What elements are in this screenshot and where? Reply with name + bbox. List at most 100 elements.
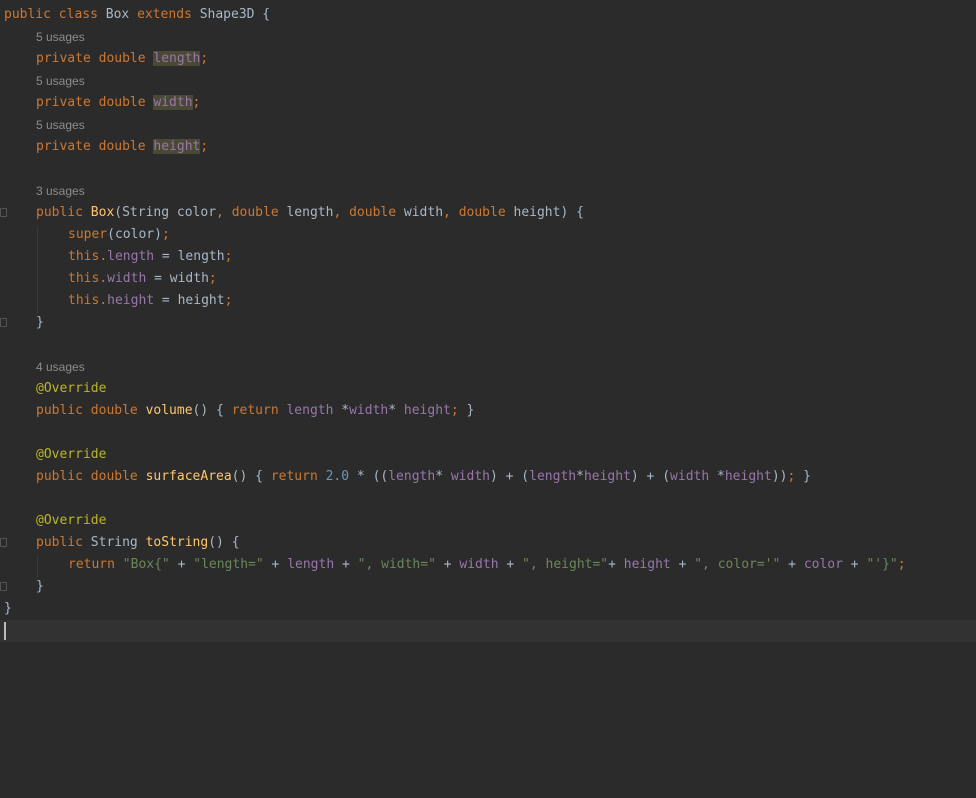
usages-hint[interactable]: 5 usages	[36, 70, 85, 92]
keyword: private double	[36, 139, 154, 154]
string-literal: "'}"	[866, 557, 898, 572]
field-name: length	[287, 557, 335, 572]
comma: ,	[443, 205, 459, 220]
operator: +	[670, 557, 695, 572]
operator: +	[334, 557, 358, 572]
method-open: () {	[231, 469, 271, 484]
code-line-annotation[interactable]: @Override	[0, 378, 976, 400]
keyword: private double	[36, 51, 154, 66]
annotation: @Override	[36, 513, 107, 528]
string-literal: "Box{"	[122, 557, 170, 572]
field-name: height	[724, 469, 772, 484]
keyword: public	[36, 535, 91, 550]
semicolon: ;	[224, 293, 233, 308]
operator: ) + (	[630, 469, 671, 484]
keyword: this	[68, 271, 100, 286]
number-literal: 2.0	[325, 469, 350, 484]
code-line-volume-method[interactable]: public double volume() { return length *…	[0, 400, 976, 422]
code-line-surface-area-method[interactable]: public double surfaceArea() { return 2.0…	[0, 466, 976, 488]
field-name: width	[670, 469, 710, 484]
keyword: this	[68, 249, 100, 264]
field-name: length	[388, 469, 436, 484]
parent-class: Shape3D {	[199, 7, 271, 22]
closing-brace: }	[458, 403, 475, 418]
string-literal: ", height="	[522, 557, 609, 572]
code-line-class-close[interactable]: }	[0, 598, 976, 620]
field-name: width	[107, 271, 147, 286]
semicolon: ;	[224, 249, 233, 264]
keyword: private double	[36, 95, 154, 110]
keyword: return	[270, 469, 326, 484]
code-line-method-close[interactable]: }	[0, 576, 976, 598]
code-line-assign-width[interactable]: this.width = width;	[0, 268, 976, 290]
closing-brace: }	[4, 601, 12, 616]
operator: *	[435, 469, 451, 484]
code-line-assign-length[interactable]: this.length = length;	[0, 246, 976, 268]
dot: .	[99, 271, 108, 286]
param: height) {	[513, 205, 584, 220]
comma: ,	[333, 205, 350, 220]
operator: ) + (	[490, 469, 530, 484]
field-name: width	[459, 557, 499, 572]
semicolon: ;	[192, 95, 201, 110]
string-literal: ", width="	[357, 557, 436, 572]
keyword: double	[349, 205, 404, 220]
method-name: volume	[145, 403, 193, 418]
field-name: width	[349, 403, 389, 418]
usages-hint[interactable]: 5 usages	[36, 26, 85, 48]
keyword: this	[68, 293, 100, 308]
code-editor[interactable]: public class Box extends Shape3D { 5 usa…	[0, 0, 976, 798]
code-line-return-statement[interactable]: return "Box{" + "length=" + length + ", …	[0, 554, 976, 576]
operator: +	[263, 557, 288, 572]
method-open: () {	[208, 535, 240, 550]
code-line-super-call[interactable]: super(color);	[0, 224, 976, 246]
annotation: @Override	[36, 447, 107, 462]
operator: +	[608, 557, 624, 572]
code-line-assign-height[interactable]: this.height = height;	[0, 290, 976, 312]
operator: *	[333, 403, 350, 418]
closing-brace: }	[795, 469, 811, 484]
keyword: return	[68, 557, 123, 572]
operator: *	[709, 469, 725, 484]
operator: +	[842, 557, 867, 572]
code-line-field-length[interactable]: private double length;	[0, 48, 976, 70]
operator: +	[435, 557, 460, 572]
operator: * ((	[349, 469, 389, 484]
usages-hint[interactable]: 5 usages	[36, 114, 85, 136]
field-name: color	[803, 557, 843, 572]
semicolon: ;	[200, 139, 209, 154]
annotation: @Override	[36, 381, 107, 396]
return-type: String	[90, 535, 146, 550]
usages-hint[interactable]: 4 usages	[36, 356, 85, 378]
field-name: height	[623, 557, 671, 572]
keyword: public double	[36, 469, 146, 484]
code-line-field-height[interactable]: private double height;	[0, 136, 976, 158]
usages-hint[interactable]: 3 usages	[36, 180, 85, 202]
field-name: height	[583, 469, 631, 484]
field-name: width	[153, 95, 193, 110]
constructor-name: Box	[90, 205, 115, 220]
code-line-constructor[interactable]: public Box(String color, double length, …	[0, 202, 976, 224]
code-line-annotation[interactable]: @Override	[0, 444, 976, 466]
semicolon: ;	[200, 51, 209, 66]
field-name: length	[153, 51, 201, 66]
code-line-field-width[interactable]: private double width;	[0, 92, 976, 114]
keyword: double	[458, 205, 514, 220]
current-line-highlight	[0, 620, 976, 642]
closing-brace: }	[36, 579, 44, 594]
operator: +	[780, 557, 804, 572]
code-line-tostring-method[interactable]: public String toString() {	[0, 532, 976, 554]
keyword: public	[36, 205, 91, 220]
code-line-class-declaration[interactable]: public class Box extends Shape3D {	[0, 4, 976, 26]
keyword: return	[231, 403, 287, 418]
code-line-annotation[interactable]: @Override	[0, 510, 976, 532]
string-literal: ", color='"	[694, 557, 781, 572]
operator: +	[498, 557, 523, 572]
code-line-constructor-close[interactable]: }	[0, 312, 976, 334]
operator: *	[576, 469, 584, 484]
method-open: () {	[192, 403, 232, 418]
assignment: = length	[154, 249, 225, 264]
field-name: height	[153, 139, 201, 154]
comma: ,	[216, 205, 232, 220]
dot: .	[99, 249, 108, 264]
